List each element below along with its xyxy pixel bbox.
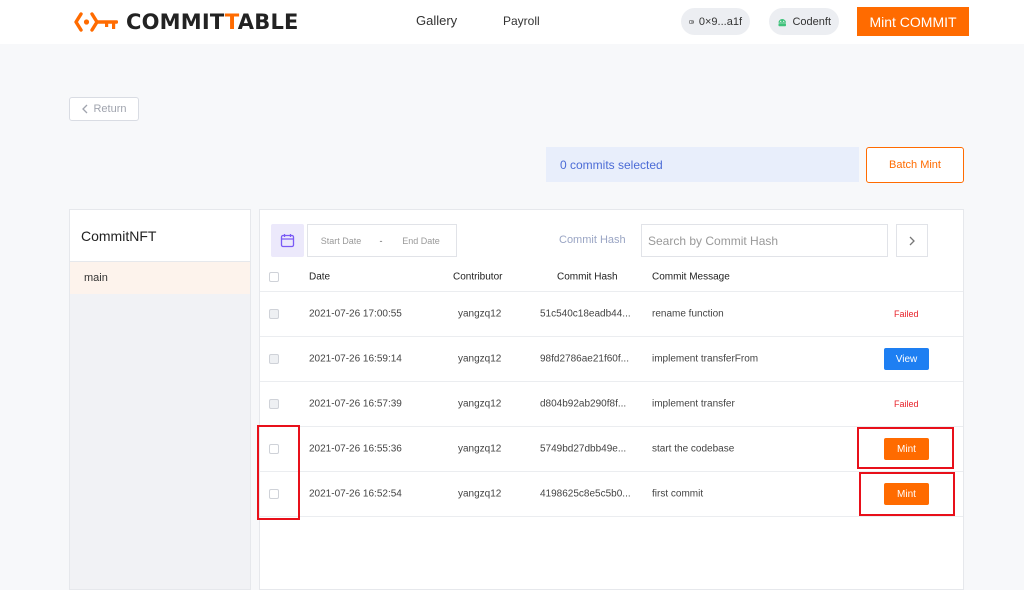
commit-date: 2021-07-26 16:59:14 [309,353,402,365]
table-header: Date Contributor Commit Hash Commit Mess… [260,262,963,292]
mint-highlight-box [859,472,955,516]
row-checkbox[interactable] [269,354,279,364]
commit-hash: 98fd2786ae21f60f... [540,353,629,365]
chevron-left-icon [82,104,88,114]
select-all-checkbox[interactable] [269,271,279,282]
commit-hash: d804b92ab290f8f... [540,398,627,410]
commit-contributor: yangzq12 [458,488,502,500]
nav-gallery[interactable]: Gallery [416,13,457,28]
commit-date: 2021-07-26 16:57:39 [309,398,402,410]
commit-message: implement transfer [652,398,735,410]
brand-name: COMMITTABLE [126,10,299,34]
commit-hash: 51c540c18eadb44... [540,308,631,320]
return-button[interactable]: Return [69,97,139,121]
table-row: 2021-07-26 16:59:14 yangzq12 98fd2786ae2… [260,337,963,382]
commit-message: rename function [652,308,724,320]
commit-hash-search-input[interactable] [641,224,888,257]
commit-date: 2021-07-26 17:00:55 [309,308,402,320]
status-failed: Failed [894,399,919,409]
mint-commit-button[interactable]: Mint COMMIT [857,7,969,36]
user-pill[interactable]: Codenft [769,8,839,35]
table-row: 2021-07-26 16:52:54 yangzq12 4198625c8e5… [260,472,963,517]
commit-date: 2021-07-26 16:52:54 [309,488,402,500]
date-separator: - [379,235,383,246]
table-row: 2021-07-26 16:57:39 yangzq12 d804b92ab29… [260,382,963,427]
row-select-cell [269,399,279,409]
commit-message: start the codebase [652,443,735,455]
table-row: 2021-07-26 17:00:55 yangzq12 51c540c18ea… [260,292,963,337]
col-date[interactable]: Date [309,271,330,282]
chevron-right-icon [909,236,915,245]
mint-highlight-box [857,427,954,469]
commit-contributor: yangzq12 [458,353,502,365]
username: Codenft [792,15,831,28]
commit-date: 2021-07-26 16:55:36 [309,443,402,455]
row-select-cell [269,354,279,364]
committable-logo[interactable]: COMMITTABLE [74,8,299,36]
status-failed: Failed [894,309,919,319]
batch-mint-button[interactable]: Batch Mint [866,147,964,183]
sidebar-title: CommitNFT [70,210,250,262]
top-header: COMMITTABLE Gallery Payroll 0×9...a1f Co… [0,0,1024,44]
select-all-cell [269,271,279,282]
row-checkbox[interactable] [269,399,279,409]
wallet-icon [689,19,694,24]
selection-count: 0 commits selected [546,147,859,182]
commit-contributor: yangzq12 [458,443,502,455]
calendar-button[interactable] [271,224,304,257]
wallet-address: 0×9...a1f [698,15,742,28]
col-contributor[interactable]: Contributor [453,271,502,282]
sidebar-item-main[interactable]: main [70,262,250,294]
row-checkbox[interactable] [269,309,279,319]
view-button[interactable]: View [884,348,929,370]
android-avatar-icon [778,18,786,26]
commit-contributor: yangzq12 [458,398,502,410]
key-logo-icon [74,12,118,32]
commits-panel: Start Date - End Date Commit Hash Date C… [259,209,964,590]
end-date-field[interactable]: End Date [388,236,454,246]
start-date-field[interactable]: Start Date [308,236,374,246]
return-label: Return [93,103,127,115]
calendar-icon [280,234,295,248]
col-commit-hash[interactable]: Commit Hash [557,271,618,282]
commit-message: implement transferFrom [652,353,759,365]
commit-hash-label: Commit Hash [559,234,626,246]
search-submit-button[interactable] [896,224,928,257]
nav-payroll[interactable]: Payroll [503,14,540,28]
col-commit-message[interactable]: Commit Message [652,271,730,282]
checkbox-highlight-box [257,425,300,520]
commit-hash: 4198625c8e5c5b0... [540,488,631,500]
row-select-cell [269,309,279,319]
commits-table: Date Contributor Commit Hash Commit Mess… [260,262,963,517]
date-range-picker[interactable]: Start Date - End Date [307,224,457,257]
commit-message: first commit [652,488,704,500]
wallet-pill[interactable]: 0×9...a1f [681,8,750,35]
commit-hash: 5749bd27dbb49e... [540,443,627,455]
repo-sidebar: CommitNFT main [69,209,251,590]
commit-contributor: yangzq12 [458,308,502,320]
